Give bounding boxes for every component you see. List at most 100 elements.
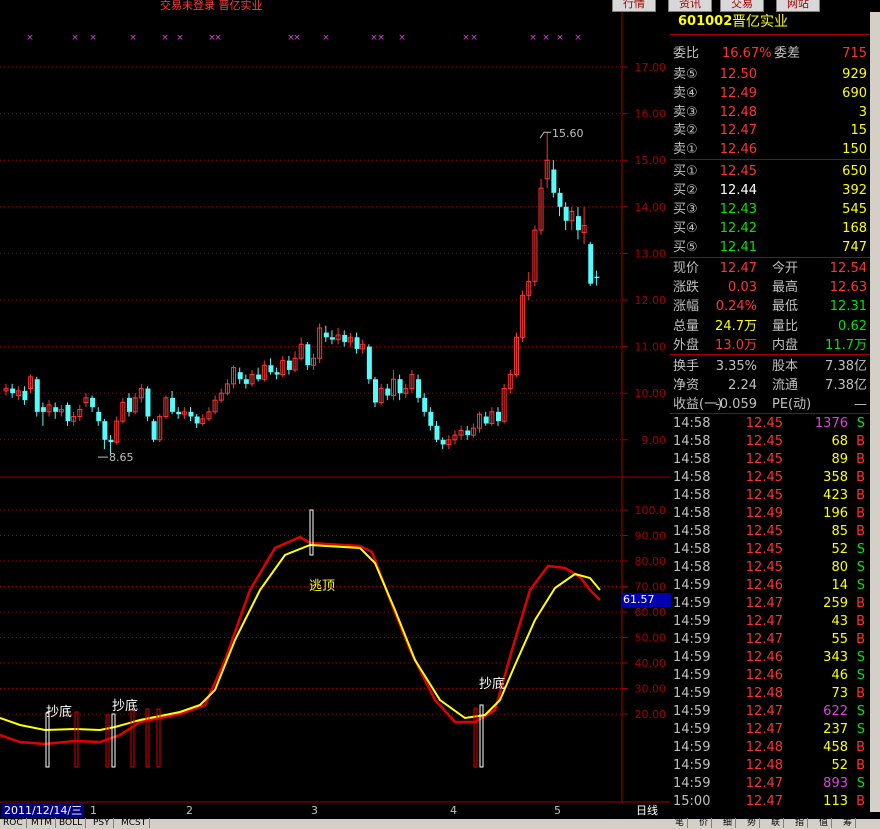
ask-row[interactable]: 卖② 12.47 15 bbox=[670, 121, 870, 140]
tick-row: 14:59 12.47 237 S bbox=[670, 721, 870, 739]
quote-label: 现价 bbox=[673, 261, 700, 276]
bid-row[interactable]: 买④ 12.42 168 bbox=[670, 219, 870, 238]
ask-row[interactable]: 卖① 12.46 150 bbox=[670, 140, 870, 159]
tick-volume: 196 bbox=[823, 506, 848, 521]
panel-tab[interactable]: 价 bbox=[696, 818, 713, 828]
bid-row[interactable]: 买② 12.44 392 bbox=[670, 181, 870, 200]
price-tick-label: 17.00 bbox=[635, 61, 667, 74]
ask-volume: 150 bbox=[842, 142, 867, 158]
period-label[interactable]: 日线 bbox=[636, 803, 658, 818]
tick-direction: B bbox=[856, 470, 865, 485]
side-toolbar[interactable] bbox=[870, 12, 880, 812]
indicator-tick-label: 90.00 bbox=[635, 530, 667, 543]
tick-row: 14:58 12.45 80 S bbox=[670, 559, 870, 577]
candle-body-down bbox=[151, 421, 157, 440]
tick-direction: S bbox=[856, 416, 865, 431]
ask-volume: 3 bbox=[858, 104, 867, 120]
candle-body-down bbox=[385, 388, 391, 396]
trade-button[interactable]: 交易 bbox=[720, 0, 764, 12]
ask-label: 卖④ bbox=[673, 85, 698, 101]
signal-bar bbox=[105, 714, 110, 768]
tick-volume: 14 bbox=[831, 578, 848, 593]
indicator-tab-mcst[interactable]: MCST bbox=[118, 818, 151, 828]
candle-body-down bbox=[416, 379, 422, 398]
indicator-tick-label: 50.00 bbox=[635, 632, 667, 645]
price-tick-label: 10.00 bbox=[635, 387, 667, 400]
quote-label: 外盘 bbox=[673, 337, 700, 353]
tick-price: 12.47 bbox=[745, 614, 783, 629]
website-button[interactable]: 网站 bbox=[776, 0, 820, 12]
indicator-tab-psy[interactable]: PSY bbox=[90, 818, 114, 828]
quote-value: — bbox=[854, 397, 867, 412]
quotes-button[interactable]: 行情 bbox=[612, 0, 656, 12]
panel-tab[interactable]: 指 bbox=[792, 818, 809, 828]
candle-body-down bbox=[440, 439, 446, 445]
indicator-tab-boll[interactable]: BOLL bbox=[56, 818, 87, 828]
panel-tab[interactable]: 联 bbox=[768, 818, 785, 828]
quote-value: 24.7万 bbox=[715, 318, 757, 334]
signal-bar bbox=[74, 711, 79, 768]
panel-tab[interactable]: 势 bbox=[744, 818, 761, 828]
quote-label: 总量 bbox=[673, 318, 700, 334]
panel-tab[interactable]: 值 bbox=[816, 818, 833, 828]
month-label: 5 bbox=[554, 804, 561, 817]
tick-row: 14:58 12.45 358 B bbox=[670, 469, 870, 487]
kline-chart[interactable]: 17.00 16.00 15.00 14.00 13.00 12.00 11.00 10.00… bbox=[0, 12, 670, 804]
tick-direction: B bbox=[856, 740, 865, 755]
price-tick-label: 15.00 bbox=[635, 154, 667, 167]
quote-row: 涨幅 0.24% 最低 12.31 bbox=[670, 297, 870, 316]
tick-time: 14:58 bbox=[673, 416, 711, 431]
tick-row: 14:59 12.46 46 S bbox=[670, 667, 870, 685]
ask-volume: 15 bbox=[850, 123, 867, 139]
tick-volume: 259 bbox=[823, 596, 848, 611]
panel-tab[interactable]: 细 bbox=[720, 818, 737, 828]
tick-time: 14:59 bbox=[673, 776, 711, 791]
signal-marker: × bbox=[71, 33, 79, 43]
candle-body-down bbox=[563, 206, 569, 221]
indicator-tab-roc[interactable]: ROC bbox=[0, 818, 27, 828]
tick-price: 12.48 bbox=[745, 686, 783, 701]
bid-volume: 168 bbox=[842, 221, 867, 236]
bid-volume: 392 bbox=[842, 183, 867, 198]
bid-row[interactable]: 买① 12.45 650 bbox=[670, 162, 870, 181]
tick-volume: 893 bbox=[823, 776, 848, 791]
title-bar: 交易未登录 晋亿实业 行情 资讯 交易 网站 bbox=[0, 0, 880, 12]
indicator-tick-label: 100.0 bbox=[635, 504, 667, 517]
candle-body-down bbox=[34, 379, 40, 412]
indicator-tab-mtm[interactable]: MTM bbox=[28, 818, 57, 828]
tick-time: 14:58 bbox=[673, 452, 711, 467]
tick-time: 14:59 bbox=[673, 578, 711, 593]
indicator-tabs: ROC MTM BOLL PSY MCST 笔价细势联指值筹 bbox=[0, 818, 880, 829]
news-button[interactable]: 资讯 bbox=[668, 0, 712, 12]
signal-marker: × bbox=[161, 33, 169, 43]
indicator-tick-label: 70.00 bbox=[635, 581, 667, 594]
quote-label: 涨幅 bbox=[673, 299, 700, 315]
candle-body-down bbox=[329, 337, 335, 340]
tick-direction: B bbox=[856, 452, 865, 467]
ask-row[interactable]: 卖⑤ 12.50 929 bbox=[670, 65, 870, 84]
signal-marker: × bbox=[176, 33, 184, 43]
tick-volume: 423 bbox=[823, 488, 848, 503]
tick-price: 12.49 bbox=[745, 506, 783, 521]
tick-row: 14:58 12.45 1376 S bbox=[670, 415, 870, 433]
tick-time: 14:58 bbox=[673, 434, 711, 449]
bid-volume: 650 bbox=[842, 164, 867, 179]
price-tick-label: 9.00 bbox=[642, 434, 667, 447]
panel-tab[interactable]: 筹 bbox=[840, 818, 857, 828]
price-tick-label: 16.00 bbox=[635, 108, 667, 121]
candle-body-down bbox=[588, 244, 594, 284]
bid-row[interactable]: 买⑤ 12.41 747 bbox=[670, 238, 870, 257]
tick-direction: S bbox=[856, 542, 865, 557]
quote-label: 量比 bbox=[772, 318, 799, 334]
signal-bar bbox=[130, 709, 135, 768]
bid-volume: 747 bbox=[842, 240, 867, 255]
tick-direction: S bbox=[856, 650, 865, 665]
bid-row[interactable]: 买③ 12.43 545 bbox=[670, 200, 870, 219]
candle-body-down bbox=[108, 439, 114, 443]
tick-time: 14:59 bbox=[673, 758, 711, 773]
tick-direction: S bbox=[856, 704, 865, 719]
ask-row[interactable]: 卖④ 12.49 690 bbox=[670, 84, 870, 103]
tick-price: 12.45 bbox=[745, 560, 783, 575]
ask-row[interactable]: 卖③ 12.48 3 bbox=[670, 103, 870, 122]
panel-tab[interactable]: 笔 bbox=[672, 818, 689, 828]
